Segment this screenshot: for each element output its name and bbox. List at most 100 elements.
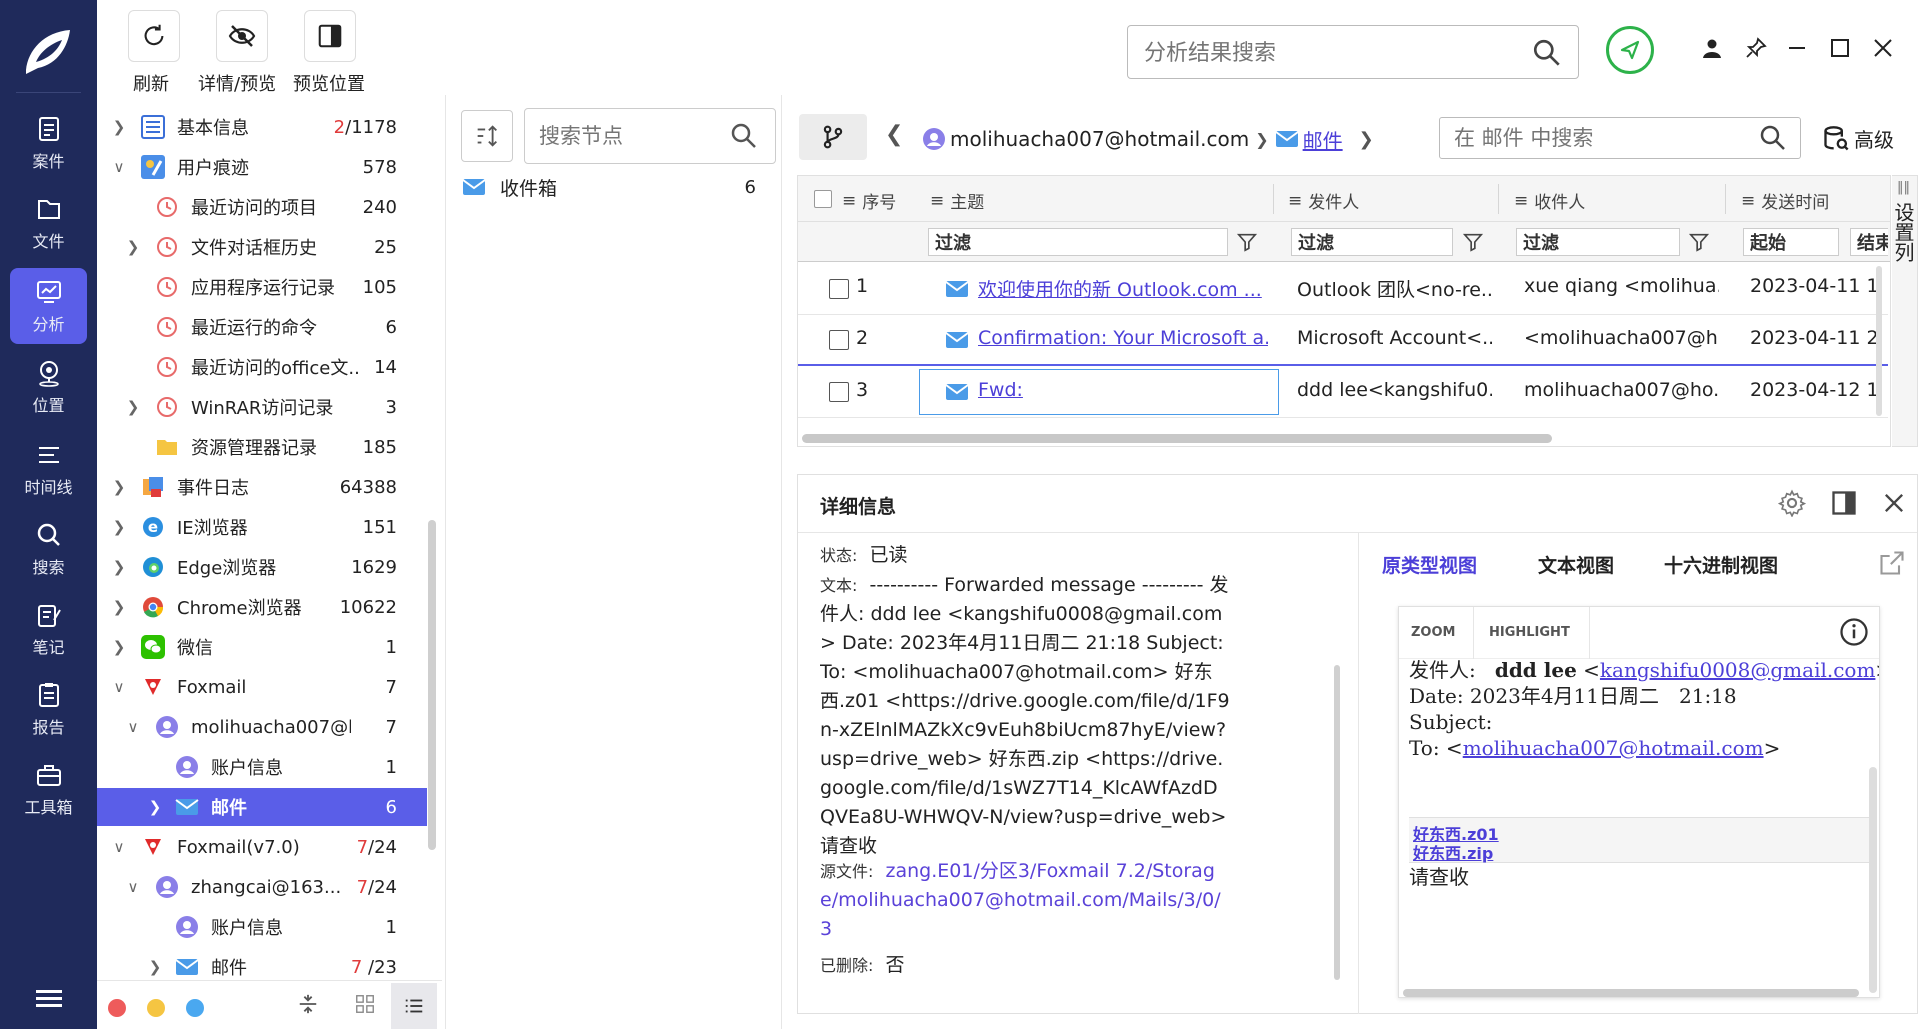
tree-item-basic-info[interactable]: ❯ 基本信息 2/1178	[97, 108, 427, 146]
tree-item-user-traces[interactable]: ∨ 用户痕迹 578	[97, 148, 427, 186]
chevron-right-icon[interactable]: ❯	[125, 238, 141, 256]
col-header-to[interactable]: ≡ 收件人	[1514, 188, 1585, 214]
tab-original-view[interactable]: 原类型视图	[1382, 551, 1477, 578]
breadcrumb-account[interactable]: molihuacha007@hotmail.com	[950, 127, 1249, 151]
to-email-link[interactable]: molihuacha007@hotmail.com	[1463, 736, 1764, 760]
time-end-input[interactable]: 结束	[1850, 228, 1888, 256]
nav-toolbox[interactable]: 工具箱	[10, 752, 87, 826]
status-check-button[interactable]	[1606, 26, 1654, 74]
preview-h-scrollbar[interactable]	[1403, 989, 1859, 997]
info-icon[interactable]	[1839, 617, 1869, 647]
red-dot-icon[interactable]	[108, 999, 126, 1017]
mail-search-box[interactable]	[1439, 117, 1801, 159]
close-icon[interactable]	[1880, 489, 1908, 517]
mail-search-input[interactable]	[1454, 122, 1744, 154]
tree-item-account-zhangcai[interactable]: ∨ zhangcai@163.... 7/24	[97, 868, 427, 906]
col-header-no[interactable]: ≡ 序号	[842, 188, 896, 214]
tree-item-account-molihuacha[interactable]: ∨ molihuacha007@h... 7	[97, 708, 427, 746]
chevron-down-icon[interactable]: ∨	[125, 878, 141, 896]
table-h-scrollbar[interactable]	[802, 434, 1552, 443]
preview-position-button[interactable]	[304, 10, 356, 62]
nav-analysis[interactable]: 分析	[10, 268, 87, 344]
table-row[interactable]: 2 Confirmation: Your Microsoft a... Micr…	[798, 316, 1888, 366]
chevron-right-icon[interactable]: ❯	[111, 638, 127, 656]
cell-subject[interactable]: Fwd:	[978, 379, 1268, 401]
node-inbox[interactable]: 收件箱 6	[462, 172, 772, 202]
nav-note[interactable]: 笔记	[10, 592, 87, 666]
branch-button[interactable]	[799, 114, 867, 160]
tree-item-account-info[interactable]: 账户信息 1	[97, 748, 427, 786]
menu-icon[interactable]	[36, 988, 62, 1008]
tree-item-recent-commands[interactable]: 最近运行的命令 6	[97, 308, 427, 346]
pin-icon[interactable]	[1744, 36, 1768, 60]
gear-icon[interactable]	[1778, 489, 1806, 517]
external-link-icon[interactable]	[1878, 549, 1906, 577]
chevron-right-icon[interactable]: ❯	[111, 118, 127, 136]
highlight-button[interactable]: HIGHLIGHT	[1489, 625, 1570, 640]
grid-view-icon[interactable]	[354, 993, 376, 1019]
row-checkbox[interactable]	[829, 330, 849, 350]
tree-item-wechat[interactable]: ❯ 微信 1	[97, 628, 427, 666]
chevron-down-icon[interactable]: ∨	[111, 838, 127, 856]
filter-icon[interactable]	[1688, 231, 1710, 253]
chevron-down-icon[interactable]: ∨	[111, 158, 127, 176]
tree-item-ie[interactable]: ❯ e IE浏览器 151	[97, 508, 427, 546]
col-header-subject[interactable]: ≡ 主题	[930, 188, 984, 214]
collapse-all-icon[interactable]	[297, 993, 319, 1019]
maximize-icon[interactable]	[1828, 36, 1852, 60]
subject-filter-input[interactable]: 过滤	[928, 228, 1228, 256]
source-path-link[interactable]: zang.E01/分区3/Foxmail 7.2/Storage/molihua…	[820, 860, 1221, 940]
tree-item-edge[interactable]: ❯ Edge浏览器 1629	[97, 548, 427, 586]
breadcrumb-current[interactable]: 邮件	[1303, 125, 1343, 154]
tree-item-recent-items[interactable]: 最近访问的项目 240	[97, 188, 427, 226]
chevron-right-icon[interactable]: ❯	[111, 478, 127, 496]
chevron-down-icon[interactable]: ∨	[111, 678, 127, 696]
list-view-icon[interactable]	[391, 983, 437, 1029]
col-header-time[interactable]: ≡ 发送时间	[1741, 188, 1829, 214]
nav-file[interactable]: 文件	[10, 186, 87, 260]
chevron-down-icon[interactable]: ∨	[125, 718, 141, 736]
column-settings-tab[interactable]: ‖‖ 设置列	[1891, 175, 1918, 447]
blue-dot-icon[interactable]	[186, 999, 204, 1017]
col-header-from[interactable]: ≡ 发件人	[1288, 188, 1359, 214]
table-row[interactable]: 1 欢迎使用你的新 Outlook.com ... Outlook 团队<no-…	[798, 263, 1888, 315]
nav-report[interactable]: 报告	[10, 672, 87, 746]
tree-item-explorer[interactable]: 资源管理器记录 185	[97, 428, 427, 466]
refresh-button[interactable]	[128, 10, 180, 62]
tree-item-file-dialog[interactable]: ❯ 文件对话框历史 25	[97, 228, 427, 266]
time-start-input[interactable]: 起始	[1743, 228, 1839, 256]
row-checkbox[interactable]	[829, 382, 849, 402]
cell-subject[interactable]: Confirmation: Your Microsoft a...	[978, 327, 1268, 349]
nav-case[interactable]: 案件	[10, 106, 87, 180]
row-checkbox[interactable]	[829, 279, 849, 299]
advanced-search-button[interactable]: 高级	[1822, 124, 1894, 153]
nav-timeline[interactable]: 时间线	[10, 432, 87, 506]
nav-location[interactable]: 位置	[10, 350, 87, 424]
from-email-link[interactable]: kangshifu0008@gmail.com	[1600, 658, 1876, 682]
search-icon[interactable]	[1758, 123, 1788, 153]
back-chevron-icon[interactable]: ❮	[885, 122, 903, 147]
chevron-right-icon[interactable]: ❯	[111, 518, 127, 536]
tree-item-chrome[interactable]: ❯ Chrome浏览器 10622	[97, 588, 427, 626]
tree-scrollbar[interactable]	[428, 520, 436, 850]
tab-hex-view[interactable]: 十六进制视图	[1664, 551, 1778, 578]
user-icon[interactable]	[1700, 36, 1724, 60]
tab-text-view[interactable]: 文本视图	[1538, 551, 1614, 578]
chevron-right-icon[interactable]: ❯	[111, 598, 127, 616]
chevron-right-icon[interactable]: ❯	[147, 798, 163, 816]
tree-item-mail-selected[interactable]: ❯ 邮件 6	[97, 788, 427, 826]
select-all-checkbox[interactable]	[814, 190, 832, 208]
tree-item-foxmail-v7[interactable]: ∨ Foxmail(v7.0) 7/24	[97, 828, 427, 866]
tree-item-winrar[interactable]: ❯ WinRAR访问记录 3	[97, 388, 427, 426]
attachment-z01-link[interactable]: 好东西.z01	[1413, 826, 1499, 844]
from-filter-input[interactable]: 过滤	[1291, 228, 1453, 256]
yellow-dot-icon[interactable]	[147, 999, 165, 1017]
forward-chevron-icon[interactable]: ❯	[1359, 129, 1374, 150]
cell-subject[interactable]: 欢迎使用你的新 Outlook.com ...	[978, 275, 1268, 302]
split-pane-icon[interactable]	[1830, 489, 1858, 517]
tree-item-event-log[interactable]: ❯ 事件日志 64388	[97, 468, 427, 506]
table-row-selected[interactable]: 3 Fwd: ddd lee<kangshifu0... molihuacha0…	[798, 368, 1888, 418]
tree-item-app-run[interactable]: 应用程序运行记录 105	[97, 268, 427, 306]
preview-v-scrollbar[interactable]	[1869, 767, 1877, 993]
filter-icon[interactable]	[1236, 231, 1258, 253]
